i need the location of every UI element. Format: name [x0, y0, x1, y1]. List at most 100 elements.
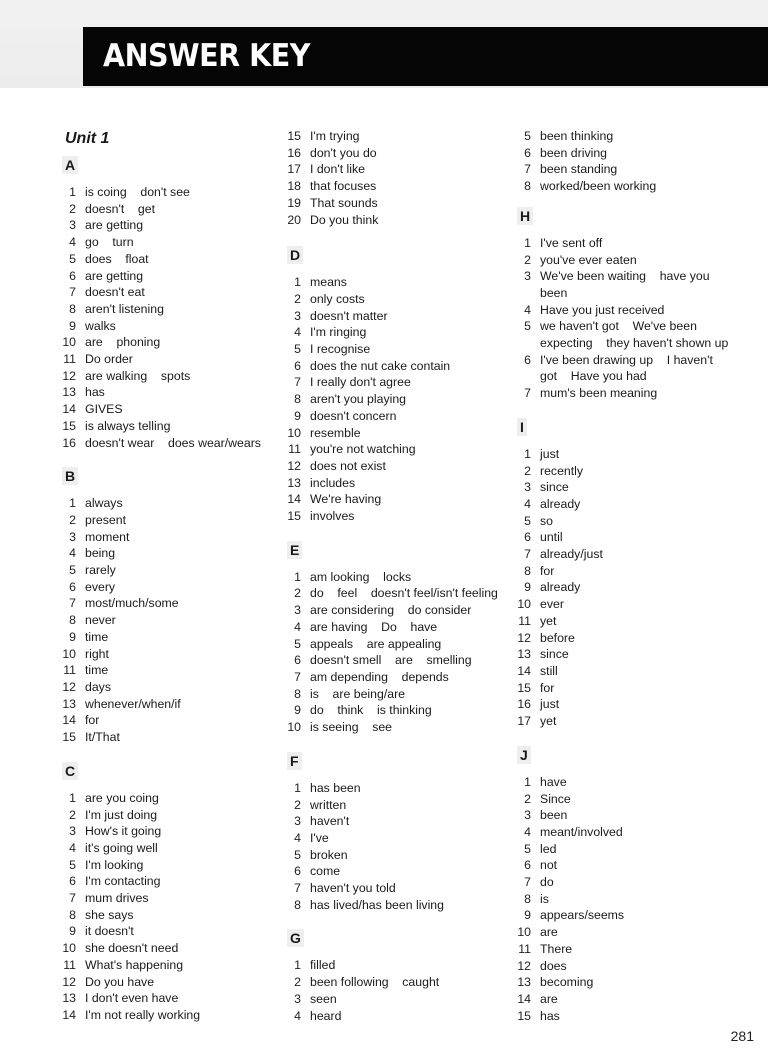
item-number: 1 [524, 774, 531, 789]
answer-item: 5 broken [281, 847, 501, 864]
item-number: 4 [294, 1008, 301, 1023]
item-number: 12 [62, 368, 76, 383]
item-answer: filled [310, 958, 336, 973]
item-answer: I'm not really working [85, 1007, 201, 1022]
item-answer: yet [540, 613, 557, 628]
item-number: 14 [62, 1007, 76, 1022]
section-f: F 1 has been 2 written 3 haven't 4 I've 5 broken 6 c… [281, 751, 501, 914]
item-answer: aren't you playing [310, 392, 407, 407]
item-number: 3 [294, 308, 301, 323]
answer-item: 16 doesn't wear does wear/wears [56, 435, 276, 452]
item-number: 5 [69, 251, 76, 266]
answer-item: 10 are [511, 924, 731, 941]
item-answer: are [540, 991, 558, 1006]
section-letter: G [287, 929, 304, 948]
unit-title: Unit 1 [65, 130, 110, 147]
answer-item: 7 most/much/some [56, 595, 276, 612]
answer-item: 13 since [511, 646, 731, 663]
item-answer: you're not watching [310, 442, 416, 457]
item-number: 8 [524, 563, 531, 578]
item-answer: are getting [85, 268, 144, 283]
item-answer: am looking locks [310, 569, 412, 584]
page-number: 281 [730, 1028, 754, 1044]
answer-item: 4 it's going well [56, 840, 276, 857]
answer-item: 16 just [511, 696, 731, 713]
item-answer: I've [310, 830, 329, 845]
item-answer: has lived/has been living [310, 897, 444, 912]
answer-item: 5 been thinking [511, 128, 731, 145]
item-number: 9 [524, 908, 531, 923]
answer-item: 9 appears/seems [511, 907, 731, 924]
answer-item: 18 that focuses [281, 178, 501, 195]
item-number: 9 [294, 703, 301, 718]
item-number: 19 [287, 195, 301, 210]
answer-item: 10 ever [511, 596, 731, 613]
item-number: 1 [294, 275, 301, 290]
item-answer: doesn't get [85, 201, 156, 216]
item-number: 8 [524, 891, 531, 906]
item-answer: present [85, 512, 127, 527]
answer-item: 14 still [511, 663, 731, 680]
item-answer: doesn't wear does wear/wears [85, 435, 261, 450]
item-answer: been [540, 808, 568, 823]
answer-item: 12 does [511, 958, 731, 975]
answer-item: 4 heard [281, 1008, 501, 1025]
answer-item: 2 Since [511, 791, 731, 808]
item-answer: never [85, 613, 116, 628]
item-number: 4 [524, 824, 531, 839]
section-letter: B [62, 467, 79, 486]
item-answer: am depending depends [310, 669, 449, 684]
answer-item: 12 does not exist [281, 458, 501, 475]
item-number: 3 [524, 269, 531, 284]
item-number: 10 [287, 720, 301, 735]
item-number: 9 [69, 924, 76, 939]
item-number: 12 [62, 974, 76, 989]
answer-item: 3 moment [56, 529, 276, 546]
item-answer: are considering do consider [310, 603, 472, 618]
item-number: 16 [287, 145, 301, 160]
item-answer: don't you do [310, 145, 377, 160]
item-number: 1 [69, 496, 76, 511]
answer-item: 6 are getting [56, 268, 276, 285]
answer-item: 3 are getting [56, 217, 276, 234]
item-answer: come [310, 864, 341, 879]
item-number: 8 [294, 897, 301, 912]
answer-item: 3 haven't [281, 813, 501, 830]
answer-item: 9 it doesn't [56, 923, 276, 940]
item-number: 7 [294, 669, 301, 684]
continuation-list: 5 been thinking 6 been driving 7 been standin… [511, 128, 731, 195]
answer-item: 15 has [511, 1008, 731, 1025]
item-number: 7 [524, 162, 531, 177]
answer-item: 11 What's happening [56, 957, 276, 974]
answer-item: 10 right [56, 646, 276, 663]
header-banner: ANSWER KEY [83, 27, 768, 86]
item-answer: already [540, 580, 581, 595]
item-number: 3 [294, 814, 301, 829]
answer-item: 8 has lived/has been living [281, 897, 501, 914]
answer-item: 5 appeals are appealing [281, 636, 501, 653]
item-answer: for [85, 713, 100, 728]
answer-item: 8 never [56, 612, 276, 629]
item-answer: you've ever eaten [540, 252, 637, 267]
item-number: 5 [69, 857, 76, 872]
item-answer: recently [540, 463, 584, 478]
item-answer: have [540, 774, 567, 789]
item-number: 1 [294, 780, 301, 795]
answer-item: 2 present [56, 512, 276, 529]
answer-item: 6 doesn't smell are smelling [281, 652, 501, 669]
item-answer: rarely [85, 563, 116, 578]
answer-item: 5 led [511, 841, 731, 858]
answer-item: 11 yet [511, 613, 731, 630]
section-letter: I [517, 417, 527, 436]
item-number: 10 [517, 925, 531, 940]
item-answer: are getting [85, 218, 144, 233]
answer-item: 14 for [56, 712, 276, 729]
item-number: 12 [287, 458, 301, 473]
answer-item: 3 seen [281, 991, 501, 1008]
item-answer: right [85, 646, 109, 661]
item-number: 3 [524, 480, 531, 495]
answer-item: 4 being [56, 545, 276, 562]
item-answer: been thinking [540, 129, 614, 143]
item-number: 4 [69, 235, 76, 250]
item-answer: does float [85, 251, 149, 266]
